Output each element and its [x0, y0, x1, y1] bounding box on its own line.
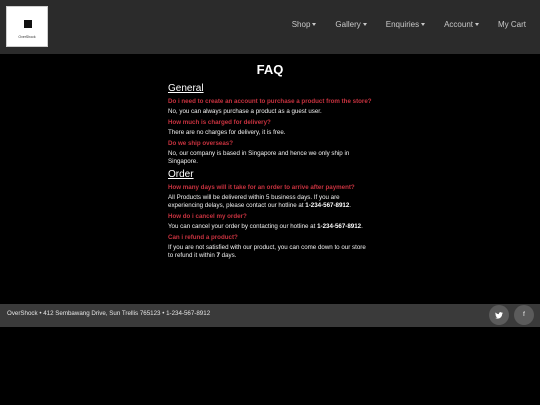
facebook-icon[interactable]: f [514, 305, 534, 325]
faq-question: Do i need to create an account to purcha… [168, 98, 372, 105]
faq-question: Can i refund a product? [168, 234, 238, 241]
logo-mark-icon [24, 20, 32, 28]
faq-answer: If you are not satisfied with our produc… [168, 244, 366, 259]
logo-text: OverShock [18, 35, 36, 39]
nav-item-gallery[interactable]: Gallery [335, 20, 367, 29]
page-title: FAQ [256, 62, 284, 77]
faq-answer: No, you can always purchase a product as… [168, 108, 322, 115]
nav-item-shop[interactable]: Shop [292, 20, 317, 29]
footer-address: OverShock • 412 Sembawang Drive, Sun Tre… [7, 310, 211, 317]
faq-content: FAQ General Do i need to create an accou… [168, 62, 372, 263]
twitter-icon[interactable] [489, 305, 509, 325]
faq-question: How do i cancel my order? [168, 213, 247, 220]
footer: OverShock • 412 Sembawang Drive, Sun Tre… [0, 304, 540, 327]
chevron-down-icon [312, 23, 317, 26]
faq-answer: All Products will be delivered within 5 … [168, 194, 352, 209]
nav-item-account[interactable]: Account [444, 20, 479, 29]
chevron-down-icon [362, 23, 367, 26]
faq-answer: There are no charges for delivery, it is… [168, 129, 286, 136]
logo[interactable]: OverShock [6, 6, 48, 47]
nav-item-enquiries[interactable]: Enquiries [386, 20, 426, 29]
faq-question: How much is charged for delivery? [168, 119, 271, 126]
hotline-number: 1-234-567-8912 [305, 202, 350, 209]
section-title-general: General [168, 83, 204, 94]
faq-question: How many days will it take for an order … [168, 184, 355, 191]
navbar: OverShock Shop Gallery Enquiries Account… [0, 0, 540, 54]
faq-answer: You can cancel your order by contacting … [168, 223, 363, 230]
hotline-number: 1-234-567-8912 [317, 223, 362, 230]
nav-item-cart[interactable]: My Cart [498, 20, 526, 29]
faq-question: Do we ship overseas? [168, 140, 233, 147]
nav-menu: Shop Gallery Enquiries Account My Cart [273, 20, 526, 29]
chevron-down-icon [421, 23, 426, 26]
faq-answer: No, our company is based in Singapore an… [168, 150, 350, 165]
chevron-down-icon [475, 23, 479, 26]
section-title-order: Order [168, 169, 194, 180]
